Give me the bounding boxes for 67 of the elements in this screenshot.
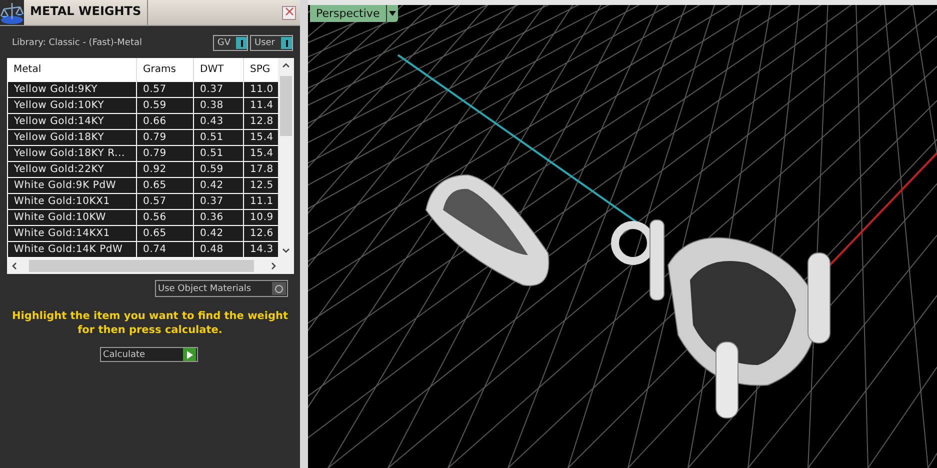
table-cell: White Gold:14KX1	[8, 226, 136, 242]
table-cell: 0.57	[136, 82, 194, 98]
table-cell: 0.42	[194, 178, 244, 194]
table-cell: 15.4	[244, 146, 278, 162]
table-cell: 0.51	[194, 146, 244, 162]
table-cell: 0.36	[194, 210, 244, 226]
library-label: Library: Classic - (Fast)-Metal	[12, 38, 144, 48]
table-cell: 10.9	[244, 210, 278, 226]
table-cell: Yellow Gold:9KY	[8, 82, 136, 98]
table-cell: White Gold:10KW	[8, 210, 136, 226]
table-cell: 0.38	[194, 98, 244, 114]
close-button[interactable]	[282, 6, 296, 20]
column-header[interactable]: Grams	[136, 58, 194, 82]
table-cell: 17.8	[244, 162, 278, 178]
instruction-text: Highlight the item you want to find the weight for then press calculate.	[11, 309, 289, 337]
use-object-materials-toggle[interactable]: Use Object Materials	[155, 280, 288, 297]
table-cell: 0.65	[136, 226, 194, 242]
table-cell: Yellow Gold:18KY R...	[8, 146, 136, 162]
table-cell: 0.37	[194, 82, 244, 98]
caret-icon	[388, 11, 396, 16]
table-cell: 0.59	[194, 162, 244, 178]
table-cell: 0.37	[194, 194, 244, 210]
scale-icon	[0, 0, 24, 25]
scroll-thumb[interactable]	[29, 260, 254, 272]
table-cell: 12.8	[244, 114, 278, 130]
column-header[interactable]: DWT	[194, 58, 244, 82]
vertical-scrollbar[interactable]	[278, 58, 294, 259]
close-icon	[284, 6, 294, 16]
table-cell: White Gold:10KX1	[8, 194, 136, 210]
table-cell: 0.43	[194, 114, 244, 130]
table-cell: 0.51	[194, 130, 244, 146]
chevron-left-icon[interactable]	[12, 262, 17, 270]
table-cell: 0.59	[136, 98, 194, 114]
scroll-thumb[interactable]	[280, 76, 292, 136]
table-cell: 15.4	[244, 130, 278, 146]
table-cell: 14.3	[244, 242, 278, 258]
chevron-down-icon[interactable]	[282, 248, 290, 253]
table-cell: 0.56	[136, 210, 194, 226]
horizontal-scrollbar[interactable]	[7, 258, 294, 274]
table-cell: 0.57	[136, 194, 194, 210]
table-cell: Yellow Gold:22KY	[8, 162, 136, 178]
table-cell: 0.66	[136, 114, 194, 130]
table-cell: 11.1	[244, 194, 278, 210]
table-cell: Yellow Gold:14KY	[8, 114, 136, 130]
table-cell: 12.5	[244, 178, 278, 194]
play-icon	[186, 350, 192, 358]
table-cell: 11.0	[244, 82, 278, 98]
table-cell: 0.79	[136, 130, 194, 146]
calculate-button[interactable]: Calculate	[100, 347, 198, 362]
toggle-switch[interactable]: GV	[213, 35, 248, 51]
table-cell: 0.48	[194, 242, 244, 258]
table-cell: 11.4	[244, 98, 278, 114]
table-cell: 0.74	[136, 242, 194, 258]
table-cell: Yellow Gold:18KY	[8, 130, 136, 146]
table-cell: Yellow Gold:10KY	[8, 98, 136, 114]
panel-title: METAL WEIGHTS	[24, 0, 148, 25]
table-cell: 0.42	[194, 226, 244, 242]
table-cell: 12.6	[244, 226, 278, 242]
toggle-switch[interactable]: User	[250, 35, 293, 51]
table-cell: White Gold:9K PdW	[8, 178, 136, 194]
table-cell: 0.79	[136, 146, 194, 162]
table-cell: 0.65	[136, 178, 194, 194]
table-cell: 0.92	[136, 162, 194, 178]
table-cell: White Gold:14K PdW	[8, 242, 136, 258]
chevron-up-icon[interactable]	[282, 63, 290, 68]
chevron-right-icon[interactable]	[271, 262, 276, 270]
view-dropdown[interactable]: Perspective	[310, 5, 398, 22]
